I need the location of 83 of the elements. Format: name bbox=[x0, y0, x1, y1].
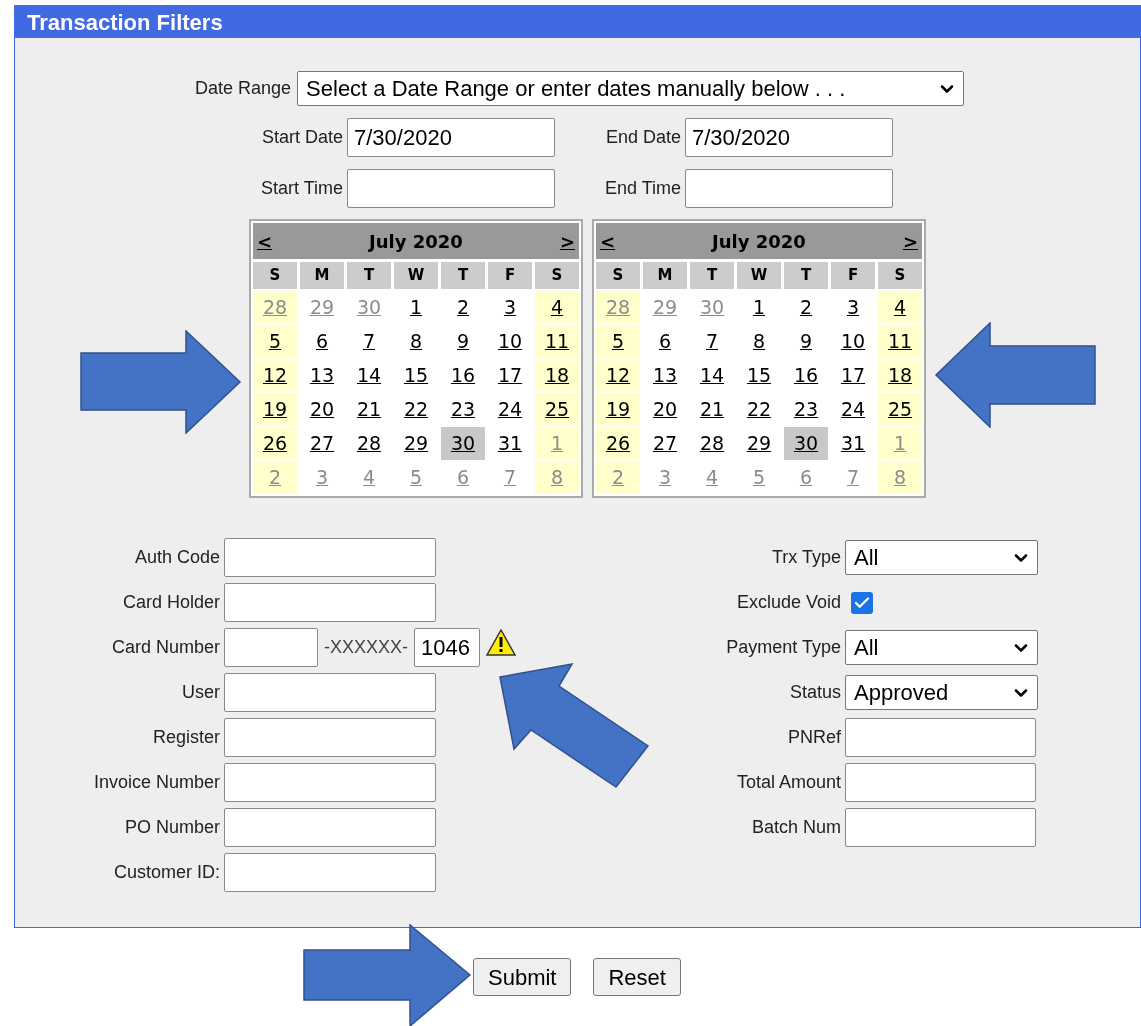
calendar-day[interactable]: 5 bbox=[596, 325, 640, 358]
previous-month-link[interactable]: < bbox=[257, 227, 273, 255]
weekday-header: W bbox=[394, 262, 438, 289]
weekday-header: S bbox=[253, 262, 297, 289]
weekday-header: W bbox=[737, 262, 781, 289]
dropdown[interactable]: Select a Date Range or enter dates manually below . . . bbox=[297, 71, 965, 106]
dropdown[interactable]: All bbox=[845, 630, 1039, 665]
input-field[interactable] bbox=[224, 628, 318, 667]
weekday-header: M bbox=[300, 262, 344, 289]
input-field[interactable] bbox=[845, 808, 1037, 847]
weekday-header: F bbox=[831, 262, 875, 289]
weekday-header: F bbox=[488, 262, 532, 289]
field-label: Start Time bbox=[260, 177, 343, 200]
panel-title: Transaction Filters bbox=[27, 8, 223, 37]
calendar-day[interactable]: 4 bbox=[878, 291, 922, 324]
weekday-header: T bbox=[347, 262, 391, 289]
calendar-day[interactable]: 26 bbox=[596, 427, 640, 460]
form-button[interactable]: Reset bbox=[593, 958, 681, 996]
checkbox[interactable] bbox=[851, 591, 874, 614]
weekday-header: T bbox=[690, 262, 734, 289]
input-field[interactable]: 7/30/2020 bbox=[685, 118, 893, 157]
field-label: Card Number bbox=[111, 636, 220, 659]
calendar-day[interactable]: 18 bbox=[878, 359, 922, 392]
weekday-header: T bbox=[784, 262, 828, 289]
month-title: July 2020 bbox=[369, 229, 463, 254]
input-field[interactable] bbox=[224, 808, 436, 847]
input-field[interactable] bbox=[224, 673, 436, 712]
next-month-link[interactable]: > bbox=[902, 227, 918, 255]
calendar-day[interactable]: 25 bbox=[878, 393, 922, 426]
input-field[interactable] bbox=[224, 763, 436, 802]
calendar-day[interactable]: 12 bbox=[596, 359, 640, 392]
calendar-day[interactable]: 11 bbox=[535, 325, 579, 358]
field-label: Status bbox=[790, 681, 842, 704]
input-field[interactable]: 1046 bbox=[414, 628, 481, 667]
calendar-day[interactable]: 4 bbox=[535, 291, 579, 324]
dropdown[interactable]: Approved bbox=[845, 675, 1039, 710]
field-label: Date Range bbox=[195, 77, 293, 100]
weekday-header: S bbox=[535, 262, 579, 289]
calendar-day[interactable]: 30 bbox=[441, 427, 485, 460]
field-label: Total Amount bbox=[736, 771, 842, 794]
previous-month-link[interactable]: < bbox=[600, 227, 616, 255]
calendar-day[interactable]: 5 bbox=[253, 325, 297, 358]
month-title: July 2020 bbox=[712, 229, 806, 254]
field-label: PNRef bbox=[788, 726, 842, 749]
calendar-day[interactable]: 19 bbox=[253, 393, 297, 426]
input-field[interactable] bbox=[845, 763, 1037, 802]
input-field[interactable] bbox=[685, 169, 893, 208]
calendar-day[interactable]: 11 bbox=[878, 325, 922, 358]
field-label: Customer ID: bbox=[113, 861, 220, 884]
field-label: End Time bbox=[604, 177, 681, 200]
field-label: Payment Type bbox=[726, 636, 842, 659]
field-label: Start Date bbox=[261, 126, 343, 149]
weekday-header: T bbox=[441, 262, 485, 289]
field-label: Batch Num bbox=[752, 816, 842, 839]
calendar-day[interactable]: 19 bbox=[596, 393, 640, 426]
field-label: Register bbox=[152, 726, 220, 749]
field-label: Trx Type bbox=[772, 546, 842, 569]
weekday-header: M bbox=[643, 262, 687, 289]
calendar-day[interactable]: 30 bbox=[784, 427, 828, 460]
field-label: Exclude Void bbox=[736, 591, 842, 614]
input-field[interactable] bbox=[224, 583, 436, 622]
field-label: User bbox=[182, 681, 220, 704]
field-label: End Date bbox=[605, 126, 681, 149]
input-field[interactable] bbox=[224, 718, 436, 757]
next-month-link[interactable]: > bbox=[559, 227, 575, 255]
form-button[interactable]: Submit bbox=[473, 958, 572, 996]
field-label: Card Holder bbox=[122, 591, 220, 614]
input-field[interactable] bbox=[224, 853, 436, 892]
dropdown[interactable]: All bbox=[845, 540, 1039, 575]
field-label: PO Number bbox=[124, 816, 220, 839]
calendar-day[interactable]: 18 bbox=[535, 359, 579, 392]
calendar-day[interactable]: 26 bbox=[253, 427, 297, 460]
field-label: Auth Code bbox=[134, 546, 220, 569]
weekday-header: S bbox=[596, 262, 640, 289]
calendar-day[interactable]: 25 bbox=[535, 393, 579, 426]
input-field[interactable] bbox=[845, 718, 1037, 757]
masked-digits: -XXXXXX- bbox=[323, 636, 410, 659]
weekday-header: S bbox=[878, 262, 922, 289]
field-label: Invoice Number bbox=[93, 771, 220, 794]
input-field[interactable] bbox=[347, 169, 555, 208]
input-field[interactable] bbox=[224, 538, 436, 577]
calendar-day[interactable]: 12 bbox=[253, 359, 297, 392]
input-field[interactable]: 7/30/2020 bbox=[347, 118, 555, 157]
